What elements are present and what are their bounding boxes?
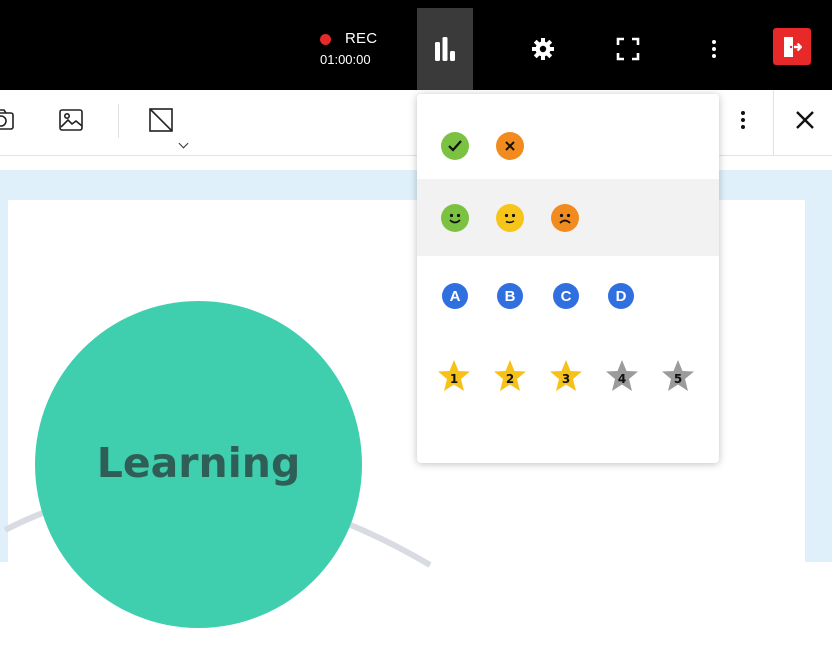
image-tool-button[interactable]: [54, 103, 88, 137]
toolbar-divider: [773, 90, 774, 155]
kebab-menu-icon: [741, 111, 745, 129]
mindmap-node[interactable]: Learning: [35, 301, 362, 628]
star-2-label: 2: [506, 372, 514, 386]
letter-a-badge: A: [442, 283, 468, 309]
star-1-label: 1: [450, 372, 458, 386]
check-icon: [441, 132, 469, 160]
star-icon: 4: [606, 360, 638, 391]
camera-tool-button[interactable]: [0, 103, 18, 137]
kebab-menu-icon: [712, 40, 716, 58]
poll-option-yes-no[interactable]: [417, 101, 719, 178]
mindmap-node-label: Learning: [96, 439, 301, 487]
poll-button[interactable]: [417, 8, 473, 90]
fullscreen-icon: [616, 37, 640, 61]
star-icon: 3: [550, 360, 582, 391]
star-icon: 2: [494, 360, 526, 391]
smile-icon: [441, 204, 469, 232]
poll-dropdown: A B C D 1 2 3 4 5: [417, 94, 719, 463]
cross-icon: [496, 132, 524, 160]
star-5-label: 5: [674, 372, 682, 386]
letter-b-badge: B: [497, 283, 523, 309]
star-3-label: 3: [562, 372, 570, 386]
shape-icon: [149, 108, 173, 132]
toolbar-more-button[interactable]: [726, 103, 760, 137]
letter-d-badge: D: [608, 283, 634, 309]
camera-icon: [0, 109, 14, 130]
star-icon: 1: [438, 360, 470, 391]
top-bar: REC 01:00:00: [0, 0, 832, 90]
shape-tool-button[interactable]: [144, 103, 178, 137]
chevron-down-icon[interactable]: [178, 138, 189, 149]
toolbar-divider: [118, 104, 119, 138]
close-toolbar-button[interactable]: [788, 103, 822, 137]
exit-button[interactable]: [773, 28, 811, 65]
sad-face-icon: [551, 204, 579, 232]
poll-option-abcd[interactable]: A B C D: [417, 256, 719, 333]
star-icon: 5: [662, 360, 694, 391]
star-4-label: 4: [618, 372, 626, 386]
close-icon: [796, 111, 814, 129]
settings-button[interactable]: [515, 8, 571, 90]
exit-door-icon: [784, 36, 802, 57]
fullscreen-button[interactable]: [600, 8, 656, 90]
image-icon: [59, 109, 83, 131]
poll-option-star-rating[interactable]: 1 2 3 4 5: [417, 336, 719, 413]
recording-dot-icon: [320, 34, 331, 45]
recording-label: REC: [345, 30, 378, 47]
neutral-face-icon: [496, 204, 524, 232]
letter-c-badge: C: [553, 283, 579, 309]
poll-chart-icon: [435, 37, 455, 61]
recording-timer: 01:00:00: [320, 52, 371, 67]
more-options-button[interactable]: [686, 8, 742, 90]
gear-icon: [532, 38, 554, 60]
poll-option-smileys[interactable]: [417, 179, 719, 256]
